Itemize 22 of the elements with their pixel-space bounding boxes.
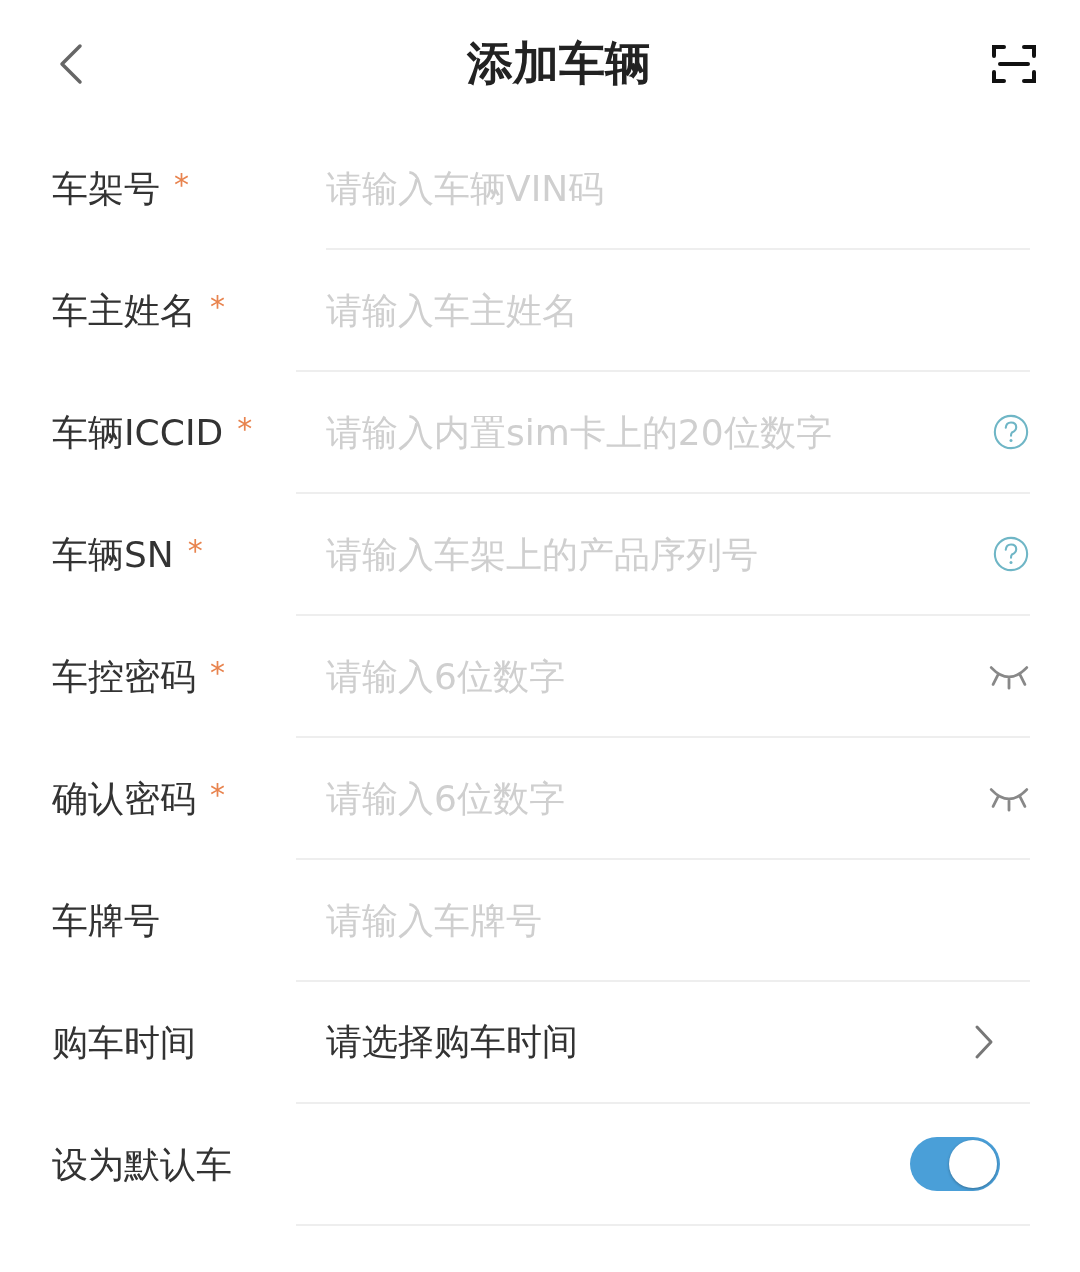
scan-icon[interactable] <box>992 44 1036 84</box>
required-mark: * <box>237 410 253 446</box>
picker-value[interactable]: 请选择购车时间 <box>326 1017 974 1067</box>
help-icon[interactable] <box>992 413 1030 451</box>
field-label: 设为默认车 <box>52 1142 232 1187</box>
field-label: 车牌号 <box>52 898 160 943</box>
field-label: 车辆ICCID <box>52 410 224 455</box>
field-label: 车辆SN <box>52 532 174 577</box>
required-mark: * <box>210 776 225 812</box>
required-mark: * <box>174 166 189 202</box>
field-label: 购车时间 <box>52 1020 196 1065</box>
field-label: 确认密码 <box>52 776 196 821</box>
field-label: 车主姓名 <box>52 288 196 333</box>
help-icon[interactable] <box>992 535 1030 573</box>
field-label: 车架号 <box>52 166 160 211</box>
toggle-switch[interactable] <box>910 1137 1000 1191</box>
chevron-icon[interactable] <box>974 1024 994 1060</box>
field-label: 车控密码 <box>52 654 196 699</box>
required-mark: * <box>187 532 203 568</box>
page-title: 添加车辆 <box>467 35 651 92</box>
required-mark: * <box>210 654 225 690</box>
required-mark: * <box>210 288 225 324</box>
